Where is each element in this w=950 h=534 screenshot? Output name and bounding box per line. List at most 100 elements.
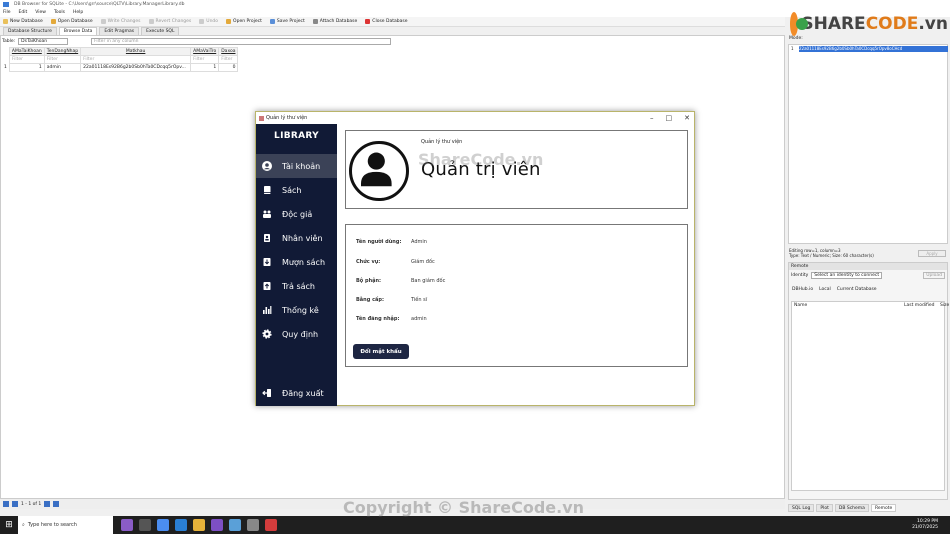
sidebar-item-quy-dinh[interactable]: Quy định: [256, 322, 337, 346]
edit-cell-selection[interactable]: 22a01118Es92B6g2b0Sb0hTa0CDcqq5rOpv8oCHc…: [799, 46, 948, 52]
data-grid: AMaTaiKhoan TenDangNhap Matkhau AMaVaiTr…: [2, 47, 239, 72]
sidebar-item-tai-khoan[interactable]: Tài khoản: [256, 154, 337, 178]
logout-button[interactable]: Đăng xuất: [256, 381, 337, 405]
editor-line-number: 1: [791, 46, 794, 51]
upload-button[interactable]: Upload: [923, 272, 945, 279]
tab-plot[interactable]: Plot: [816, 504, 833, 512]
logout-label: Đăng xuất: [282, 388, 324, 398]
sidebar-item-thong-ke[interactable]: Thống kê: [256, 298, 337, 322]
column-filter-input[interactable]: Filter: [8, 55, 45, 64]
column-filter-input[interactable]: Filter: [218, 55, 239, 64]
sidebar-item-muon-sach[interactable]: Mượn sách: [256, 250, 337, 274]
column-filter-input[interactable]: Filter: [43, 55, 82, 64]
minimize-icon[interactable]: –: [650, 112, 654, 124]
file-explorer-icon[interactable]: [193, 519, 205, 531]
next-page-icon[interactable]: [44, 501, 51, 507]
column-filter-input[interactable]: Filter: [80, 55, 192, 64]
info-label-degree: Bằng cấp:: [356, 297, 384, 303]
close-icon[interactable]: ✕: [684, 112, 690, 124]
table-cell[interactable]: 1: [190, 63, 220, 72]
library-sidebar: LIBRARY Tài khoản Sách Độc giả Nhân viên…: [256, 124, 337, 406]
menu-edit[interactable]: Edit: [19, 9, 28, 17]
upload-icon: [263, 282, 271, 290]
task-view-icon[interactable]: [139, 519, 151, 531]
attach-database-button[interactable]: Attach Database: [312, 19, 357, 24]
revert-changes-label: Revert Changes: [155, 19, 192, 24]
column-filter-input[interactable]: Filter: [190, 55, 220, 64]
maximize-icon[interactable]: □: [666, 112, 673, 124]
tab-edit-pragmas[interactable]: Edit Pragmas: [99, 27, 140, 35]
column-header[interactable]: AMaVaiTro: [190, 47, 220, 56]
menu-file[interactable]: File: [3, 9, 11, 17]
edit-cell-editor[interactable]: 1 22a01118Es92B6g2b0Sb0hTa0CDcqq5rOpv8oC…: [788, 44, 948, 244]
vscode-icon[interactable]: [175, 519, 187, 531]
menu-view[interactable]: View: [35, 9, 46, 17]
table-select[interactable]: DsTaiKhoan: [18, 37, 69, 45]
recorder-app-icon[interactable]: [265, 519, 277, 531]
column-header[interactable]: Daxoa: [218, 47, 239, 56]
identity-select[interactable]: Select an identity to connect: [811, 272, 883, 279]
table-row[interactable]: 1 1 admin 22a01118Es92B6g2b0Sb0hTa0CDcqq…: [2, 63, 239, 72]
visual-studio-icon[interactable]: [211, 519, 223, 531]
write-changes-button[interactable]: Write Changes: [100, 19, 141, 24]
sidebar-item-doc-gia[interactable]: Độc giả: [256, 202, 337, 226]
library-titlebar: Quản lý thư viện – □ ✕: [256, 112, 694, 124]
change-password-button[interactable]: Đổi mật khẩu: [353, 344, 409, 359]
db-browser-icon[interactable]: [229, 519, 241, 531]
column-header[interactable]: Matkhau: [80, 47, 192, 56]
remote-tab-local[interactable]: Local: [819, 287, 831, 292]
tab-db-schema[interactable]: DB Schema: [834, 504, 869, 512]
remote-tab-current[interactable]: Current Database: [837, 287, 877, 292]
library-window-title: Quản lý thư viện: [266, 115, 308, 121]
tab-sql-log[interactable]: SQL Log: [788, 504, 815, 512]
open-project-button[interactable]: Open Project: [226, 19, 262, 24]
book-icon: [264, 186, 271, 194]
sidebar-item-label: Tài khoản: [282, 161, 321, 171]
sidebar-item-nhan-vien[interactable]: Nhân viên: [256, 226, 337, 250]
prev-page-icon[interactable]: [12, 501, 18, 507]
new-database-button[interactable]: New Database: [3, 19, 43, 24]
table-cell[interactable]: 1: [8, 63, 45, 72]
first-page-icon[interactable]: [3, 501, 9, 507]
menu-help[interactable]: Help: [73, 9, 83, 17]
account-info-card: Tên người dùng: Admin Chức vụ: Giám đốc …: [345, 224, 688, 367]
remote-col-size: Size: [940, 303, 950, 308]
sidebar-item-label: Trả sách: [282, 281, 315, 291]
close-database-button[interactable]: Close Database: [365, 19, 407, 24]
tab-execute-sql[interactable]: Execute SQL: [141, 27, 180, 35]
revert-changes-button[interactable]: Revert Changes: [148, 19, 192, 24]
menu-tools[interactable]: Tools: [54, 9, 65, 17]
column-header[interactable]: AMaTaiKhoan: [8, 47, 45, 56]
watermark-center: ShareCode.vn: [418, 150, 544, 169]
remote-file-list: Name Last modified Size: [791, 301, 949, 491]
sidebar-item-sach[interactable]: Sách: [256, 178, 337, 202]
remote-tab-dbhub[interactable]: DBHub.io: [792, 287, 813, 292]
apply-button[interactable]: Apply: [918, 250, 946, 257]
taskbar-search-input[interactable]: ⌕ Type here to search: [18, 516, 113, 534]
table-cell[interactable]: 22a01118Es92B6g2b0Sb0hTa0CDcqq5rOpv...: [80, 63, 192, 72]
undo-label: Undo: [206, 19, 219, 24]
tab-remote[interactable]: Remote: [870, 504, 897, 512]
open-database-button[interactable]: Open Database: [50, 19, 93, 24]
sidebar-item-tra-sach[interactable]: Trả sách: [256, 274, 337, 298]
table-cell[interactable]: 0: [218, 63, 239, 72]
table-cell[interactable]: admin: [43, 63, 82, 72]
info-label-department: Bộ phận:: [356, 278, 382, 284]
tab-browse-data[interactable]: Browse Data: [58, 27, 98, 35]
gear-icon: [262, 329, 272, 339]
info-value-username: Admin: [411, 239, 427, 245]
save-project-button[interactable]: Save Project: [269, 19, 305, 24]
widgets-icon[interactable]: [121, 519, 133, 531]
last-page-icon[interactable]: [53, 501, 60, 507]
system-tray[interactable]: 10:29 PM 21/07/2025: [912, 519, 950, 531]
edge-icon[interactable]: [157, 519, 169, 531]
app-icon[interactable]: [247, 519, 259, 531]
filter-all-input[interactable]: Filter in any column: [91, 37, 392, 45]
undo-button[interactable]: Undo: [199, 19, 218, 24]
clock-date: 21/07/2025: [912, 525, 938, 530]
column-header[interactable]: TenDangNhap: [43, 47, 82, 56]
tab-database-structure[interactable]: Database Structure: [3, 27, 57, 35]
sidebar-item-label: Nhân viên: [282, 233, 323, 243]
db-tabs: Database Structure Browse Data Edit Prag…: [0, 27, 785, 35]
windows-start-icon[interactable]: ⊞: [0, 516, 18, 534]
